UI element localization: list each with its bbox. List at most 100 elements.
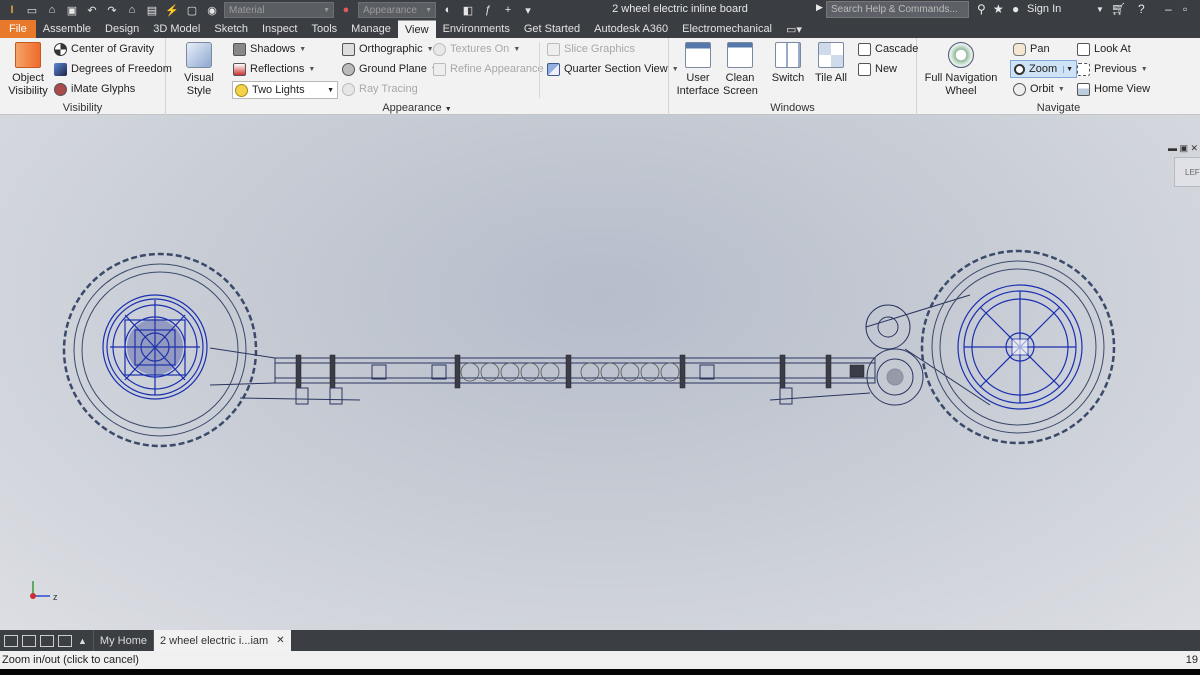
panel-appearance: Visual Style Shadows ▼ Reflections ▼ Two L… (166, 38, 679, 115)
tab-autodesk-a360[interactable]: Autodesk A360 (587, 20, 675, 38)
home-icon[interactable]: ⌂ (124, 3, 140, 17)
clean-screen-button[interactable]: Clean Screen (723, 42, 758, 98)
tab-3d-model[interactable]: 3D Model (146, 20, 207, 38)
tab-manage[interactable]: Manage (344, 20, 398, 38)
update-icon[interactable]: ⚡ (164, 3, 180, 17)
cascade-windows-icon[interactable] (4, 634, 18, 647)
cart-icon[interactable]: 🛒︎ (1111, 2, 1126, 16)
help-icon[interactable]: ? (1138, 2, 1145, 16)
clear-appearance-icon[interactable]: ◐ (440, 3, 456, 17)
lighting-style-value: Two Lights (252, 84, 305, 96)
print-icon[interactable]: ▤ (144, 3, 160, 17)
function-icon[interactable]: ƒ (480, 3, 496, 17)
tab-file[interactable]: File (0, 20, 36, 38)
tab-assemble[interactable]: Assemble (36, 20, 98, 38)
object-visibility-button[interactable]: Object Visibility (6, 42, 50, 98)
select-icon[interactable]: ▢ (184, 3, 200, 17)
tab-inspect[interactable]: Inspect (255, 20, 304, 38)
new-file-icon[interactable]: ▭ (24, 3, 40, 17)
center-of-gravity-button[interactable]: Center of Gravity (54, 40, 154, 58)
quarter-section-view-button[interactable]: Quarter Section View ▼ (547, 60, 679, 78)
tab-design[interactable]: Design (98, 20, 146, 38)
panel-label-visibility: Visibility (62, 102, 103, 114)
tile-windows-icon[interactable] (22, 634, 36, 647)
tab-electromechanical[interactable]: Electromechanical (675, 20, 779, 38)
new-window-button[interactable]: New (858, 60, 897, 78)
tab-environments[interactable]: Environments (436, 20, 517, 38)
doc-tab-assembly[interactable]: 2 wheel electric i...iam ✕ (152, 630, 291, 651)
tile-all-button[interactable]: Tile All (811, 42, 851, 85)
star-icon[interactable]: ★ (993, 2, 1004, 16)
orthographic-button[interactable]: Orthographic ▼ (342, 40, 434, 58)
shadows-button[interactable]: Shadows ▼ (233, 40, 306, 58)
tab-view[interactable]: View (397, 20, 436, 38)
plus-icon[interactable]: + (500, 3, 516, 17)
save-icon[interactable]: ▣ (64, 3, 80, 17)
previous-label: Previous (1094, 63, 1137, 75)
app-logo-icon[interactable]: I (4, 3, 20, 17)
tab-tools[interactable]: Tools (304, 20, 344, 38)
viewcube[interactable]: LEF (1174, 157, 1200, 187)
appearance-dropdown[interactable]: Appearance ▼ (358, 2, 436, 18)
visual-style-button[interactable]: Visual Style (172, 42, 226, 98)
customize-icon[interactable]: ▾ (520, 3, 536, 17)
slice-graphics-label: Slice Graphics (564, 43, 635, 55)
open-file-icon[interactable]: ⌂ (44, 3, 60, 17)
color-wheel-icon[interactable]: ● (338, 3, 354, 17)
user-icon[interactable]: ● (1012, 2, 1019, 16)
satellite-icon[interactable]: ⚲ (977, 2, 986, 16)
zoom-button[interactable]: Zoom ▼ (1010, 60, 1078, 78)
search-input[interactable]: Search Help & Commands... (826, 1, 969, 18)
tile-all-label: Tile All (815, 72, 847, 84)
tab-sketch[interactable]: Sketch (207, 20, 255, 38)
tab-get-started[interactable]: Get Started (517, 20, 587, 38)
pan-button[interactable]: Pan (1013, 40, 1050, 58)
reflections-icon (233, 62, 246, 76)
degrees-of-freedom-button[interactable]: Degrees of Freedom (54, 60, 172, 78)
arrange-vertical-icon[interactable] (58, 634, 72, 647)
adjust-icon[interactable]: ◧ (460, 3, 476, 17)
cascade-button[interactable]: Cascade (858, 40, 918, 58)
refine-appearance-button[interactable]: Refine Appearance (433, 60, 544, 78)
ground-plane-button[interactable]: Ground Plane▼ (342, 60, 438, 78)
switch-button[interactable]: Switch (767, 42, 809, 85)
panel-label-appearance[interactable]: Appearance ▼ (166, 102, 668, 114)
doc-tab-my-home[interactable]: My Home (92, 630, 153, 651)
degrees-of-freedom-icon (54, 62, 67, 76)
tab-menu-arrow-icon[interactable]: ▲ (78, 636, 87, 646)
chevron-down-icon: ▼ (1140, 65, 1148, 73)
minimize-icon[interactable]: – (1165, 2, 1172, 16)
switch-label: Switch (771, 72, 805, 84)
home-view-icon (1077, 82, 1090, 96)
previous-view-button[interactable]: Previous ▼ (1077, 60, 1148, 78)
imate-glyphs-button[interactable]: iMate Glyphs (54, 80, 135, 98)
home-view-label: Home View (1094, 83, 1151, 95)
zoom-dropdown-arrow[interactable]: ▼ (1063, 65, 1073, 73)
ribbon-options-icon[interactable]: ▭▾ (779, 20, 809, 38)
slice-graphics-button[interactable]: Slice Graphics (547, 40, 635, 58)
home-view-button[interactable]: Home View (1077, 80, 1150, 98)
redo-icon[interactable]: ↷ (104, 3, 120, 17)
globe-icon[interactable]: ◉ (204, 3, 220, 17)
graphics-viewport[interactable]: z ▬ ▣ ✕ LEF (0, 115, 1200, 630)
switch-icon (775, 42, 801, 68)
sign-in-link[interactable]: Sign In (1027, 3, 1061, 15)
expand-arrow-icon[interactable]: ▶ (816, 2, 823, 13)
full-navigation-wheel-button[interactable]: Full Navigation Wheel (923, 42, 999, 98)
material-dropdown[interactable]: Material ▼ (224, 2, 334, 18)
arrange-horizontal-icon[interactable] (40, 634, 54, 647)
reflections-button[interactable]: Reflections ▼ (233, 60, 315, 78)
orbit-button[interactable]: Orbit ▼ (1013, 80, 1065, 98)
look-at-button[interactable]: Look At (1077, 40, 1131, 58)
undo-icon[interactable]: ↶ (84, 3, 100, 17)
maximize-icon[interactable]: ▫ (1183, 2, 1187, 16)
title-bar: I ▭ ⌂ ▣ ↶ ↷ ⌂ ▤ ⚡ ▢ ◉ Material ▼ ● Appear… (0, 0, 1200, 20)
ray-tracing-button[interactable]: Ray Tracing (342, 80, 418, 98)
chevron-down-icon[interactable]: ▼ (1096, 5, 1104, 14)
close-icon[interactable]: ✕ (276, 635, 284, 646)
textures-on-button[interactable]: Textures On ▼ (433, 40, 520, 58)
user-interface-button[interactable]: User Interface (675, 42, 721, 98)
lighting-style-dropdown[interactable]: Two Lights ▼ (232, 81, 338, 99)
material-dropdown-value: Material (229, 4, 265, 16)
viewport-window-controls[interactable]: ▬ ▣ ✕ (1168, 143, 1198, 154)
